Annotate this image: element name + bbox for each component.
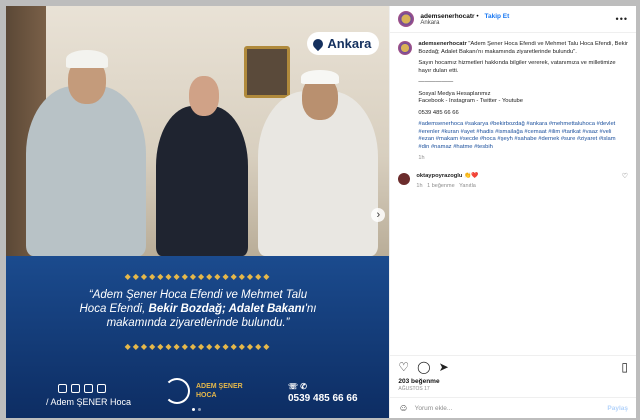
more-options-icon[interactable]: ••• (616, 14, 628, 24)
caption: ademsenerhocatr "Adem Şener Hoca Efendi … (398, 41, 628, 163)
comment-like-heart-icon[interactable]: ♡ (622, 173, 628, 181)
logo-line-1: ADEM ŞENER (196, 383, 243, 390)
youtube-icon (97, 384, 106, 393)
comment-item: oktaypoyrazoglu 👏❤️ 1h 1 beğenme Yanıtla… (398, 172, 628, 191)
post-date: AĞUSTOS 17 (398, 386, 430, 392)
caption-phone: 0539 485 66 66 (418, 109, 459, 116)
logo-text: ADEM ŞENER HOCA (196, 382, 243, 400)
header-separator: • (476, 12, 479, 20)
phone-icons: ☏ ✆ (288, 382, 307, 391)
banner-quote: “Adem Şener Hoca Efendi ve Mehmet Talu H… (42, 288, 354, 330)
quote-line-3: makamında ziyaretlerinde bulundu.” (106, 317, 290, 329)
social-icons (58, 384, 131, 393)
quote-bold: Bekir Bozdağ; Adalet Bakanı (148, 303, 305, 315)
caption-social-title: Sosyal Medya Hesaplarımız (418, 90, 491, 97)
bottom-ornament: ◆◆◆◆◆◆◆◆◆◆◆◆◆◆◆◆◆◆ (124, 342, 272, 351)
share-paper-plane-icon[interactable]: ➤ (439, 360, 449, 374)
post-comment-button[interactable]: Paylaş (607, 405, 628, 412)
caption-divider: —————— (418, 79, 454, 85)
banner-phone: ☏ ✆ 0539 485 66 66 (288, 382, 358, 404)
person-right-cap (301, 70, 339, 84)
screen: Ankara › ◆◆◆◆◆◆◆◆◆◆◆◆◆◆◆◆◆◆ “Adem Şener … (0, 0, 640, 420)
location-badge-text: Ankara (327, 36, 372, 51)
banner-handle: / Adem ŞENER Hoca (46, 397, 132, 407)
comment-body: oktaypoyrazoglu 👏❤️ 1h 1 beğenme Yanıtla (416, 173, 478, 191)
header-text: ademsenerhocatr • Takip Et Ankara (420, 13, 509, 26)
like-heart-icon[interactable]: ♡ (398, 360, 409, 374)
quote-line-1: “Adem Şener Hoca Efendi ve Mehmet Talu (88, 289, 308, 301)
top-ornament: ◆◆◆◆◆◆◆◆◆◆◆◆◆◆◆◆◆◆ (124, 272, 272, 281)
post-media[interactable]: Ankara › ◆◆◆◆◆◆◆◆◆◆◆◆◆◆◆◆◆◆ “Adem Şener … (6, 6, 390, 418)
caption-social-list: Facebook - Instagram - Twitter - Youtube (418, 98, 524, 104)
facebook-icon (58, 384, 67, 393)
location-badge: Ankara (307, 32, 380, 55)
emoji-smiley-icon[interactable]: ☺ (398, 403, 408, 414)
follow-button[interactable]: Takip Et (485, 13, 510, 20)
caption-time: 1h (418, 155, 425, 161)
quote-line-2-pre: Hoca Efendi, (79, 303, 149, 315)
header-username[interactable]: ademsenerhocatr (420, 13, 474, 20)
comment-bubble-icon[interactable]: ◯ (417, 360, 430, 374)
comment-meta: 1h 1 beğenme Yanıtla (416, 183, 478, 191)
caption-body: ademsenerhocatr "Adem Şener Hoca Efendi … (418, 41, 628, 163)
comment-text: 👏❤️ (464, 172, 479, 179)
logo-line-2: HOCA (196, 392, 217, 399)
caption-username[interactable]: ademsenerhocatr (418, 41, 466, 47)
bookmark-icon[interactable]: ▯ (621, 360, 628, 374)
carousel-dot-active (192, 408, 195, 411)
banner-logo: ADEM ŞENER HOCA (164, 378, 243, 404)
person-center-head (189, 76, 219, 116)
quote-line-2-post: 'nı (304, 303, 317, 315)
instagram-icon (84, 384, 93, 393)
action-bar: ♡ ◯ ➤ ▯ (390, 355, 636, 378)
add-comment-bar: ☺ Yorum ekle... Paylaş (390, 397, 636, 418)
person-left-cap (66, 50, 108, 68)
quote-banner: ◆◆◆◆◆◆◆◆◆◆◆◆◆◆◆◆◆◆ “Adem Şener Hoca Efen… (6, 256, 390, 418)
comments-section: ademsenerhocatr "Adem Şener Hoca Efendi … (390, 33, 636, 355)
carousel-dots (192, 408, 201, 411)
wall-portrait (244, 46, 290, 98)
comment-likes[interactable]: 1 beğenme (427, 183, 455, 189)
person-left (26, 86, 146, 256)
likes-count[interactable]: 203 beğenme (390, 378, 636, 385)
person-center (156, 106, 248, 256)
caption-text-2: Sayın hocamız hizmetleri hakkında bilgil… (418, 60, 616, 74)
post-header: ademsenerhocatr • Takip Et Ankara ••• (390, 6, 636, 33)
comment-time: 1h (416, 183, 423, 189)
comment-reply[interactable]: Yanıtla (459, 183, 476, 189)
header-location[interactable]: Ankara (420, 20, 509, 26)
instagram-post: Ankara › ◆◆◆◆◆◆◆◆◆◆◆◆◆◆◆◆◆◆ “Adem Şener … (6, 6, 636, 418)
logo-mark-icon (164, 378, 190, 404)
comment-username[interactable]: oktaypoyrazoglu (416, 173, 462, 179)
banner-social: / Adem ŞENER Hoca (46, 384, 131, 407)
add-comment-input[interactable]: Yorum ekle... (415, 405, 453, 412)
caption-avatar[interactable] (398, 41, 413, 55)
caption-hashtags[interactable]: #ademsenerhoca #sakarya #bekirbozdağ #an… (418, 121, 628, 151)
profile-avatar[interactable] (398, 11, 415, 27)
twitter-icon (71, 384, 80, 393)
comment-avatar[interactable] (398, 172, 411, 185)
banner-phone-number: 0539 485 66 66 (288, 393, 358, 404)
post-sidebar: ademsenerhocatr • Takip Et Ankara ••• ad… (389, 6, 636, 418)
carousel-dot (198, 408, 201, 411)
location-pin-icon (311, 36, 326, 51)
